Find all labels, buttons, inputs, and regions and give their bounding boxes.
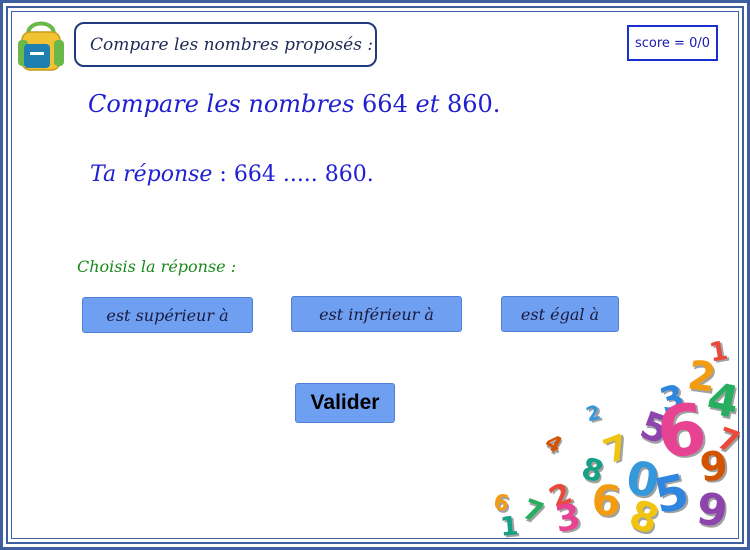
decor-digit: 33 — [552, 496, 586, 540]
answer-colon: : — [212, 162, 227, 187]
question-suffix: . — [492, 90, 501, 118]
decor-digit: 77 — [712, 421, 740, 464]
validate-label: Valider — [310, 391, 380, 414]
choice-equal-button[interactable]: est égal à — [501, 296, 619, 332]
svg-text:7: 7 — [518, 492, 548, 530]
backpack-icon — [18, 21, 64, 71]
choice-greater-label: est supérieur à — [106, 305, 229, 325]
question-prefix: Compare les nombres — [88, 90, 355, 118]
question-text: Compare les nombres 664 et 860. — [88, 90, 500, 118]
answer-label: Ta réponse — [90, 162, 213, 187]
question-conjunction: et — [415, 90, 440, 118]
decor-digit: 22 — [583, 400, 605, 428]
score-display: score = 0/0 — [627, 25, 718, 61]
decor-digit: 77 — [518, 492, 549, 532]
page-title: Compare les nombres proposés : — [74, 22, 377, 67]
answer-number-a: 664 — [233, 162, 276, 187]
choose-answer-label: Choisis la réponse : — [77, 257, 237, 276]
score-text: score = 0/0 — [634, 35, 710, 51]
choice-equal-label: est égal à — [520, 304, 600, 324]
decor-digit: 44 — [540, 430, 566, 462]
answer-suffix: . — [366, 162, 374, 187]
answer-number-b: 860 — [324, 162, 367, 187]
page-title-text: Compare les nombres proposés : — [90, 34, 374, 55]
choice-less-label: est inférieur à — [319, 304, 434, 324]
choice-greater-button[interactable]: est supérieur à — [82, 297, 253, 333]
svg-text:6: 6 — [590, 475, 623, 526]
question-number-a: 664 — [362, 90, 408, 118]
question-number-b: 860 — [446, 90, 493, 118]
choice-less-button[interactable]: est inférieur à — [291, 296, 462, 332]
decor-digit: 99 — [693, 483, 732, 540]
answer-line: Ta réponse : 664 ..... 860. — [90, 162, 374, 187]
numbers-pile-image: 112233 4455667788 990022 66 5577 9933 88114422… — [491, 336, 740, 540]
decor-digit: 66 — [590, 475, 625, 529]
validate-button[interactable]: Valider — [295, 383, 395, 423]
svg-text:2: 2 — [583, 400, 603, 427]
answer-blank: ..... — [282, 162, 318, 187]
